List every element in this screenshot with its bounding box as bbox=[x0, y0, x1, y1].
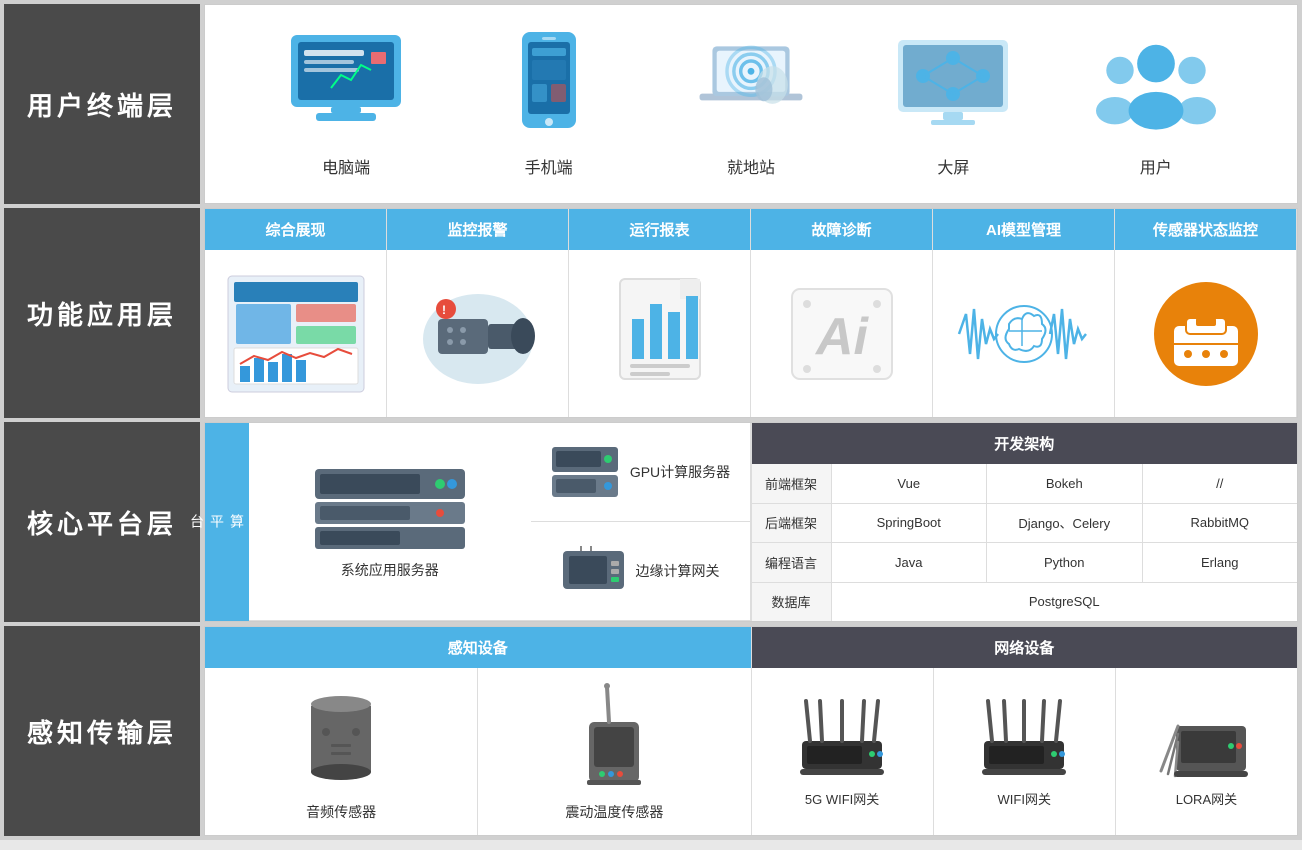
dev-framework-title: 开发架构 bbox=[752, 423, 1298, 464]
sensor-layer-content: 感知设备 bbox=[204, 626, 1298, 836]
vibration-sensor-label: 震动温度传感器 bbox=[565, 802, 663, 822]
dev-val-frontend-3: // bbox=[1143, 464, 1298, 503]
dev-row-backend: 后端框架 SpringBoot Django、Celery RabbitMQ bbox=[752, 504, 1298, 544]
terminal-layer-content: 电脑端 手机端 bbox=[204, 4, 1298, 204]
svg-text:Ai: Ai bbox=[814, 308, 870, 366]
platform-layer-label: 核心平台层 bbox=[4, 422, 200, 622]
dev-vals-frontend: Vue Bokeh // bbox=[832, 464, 1298, 503]
dev-val-bokeh: Bokeh bbox=[987, 464, 1143, 503]
func-body-ai bbox=[933, 250, 1115, 417]
wifi-device: WIFI网关 bbox=[934, 668, 1116, 835]
station-label: 就地站 bbox=[727, 154, 775, 178]
func-header-2: 运行报表 bbox=[569, 209, 751, 250]
computer-icon bbox=[286, 30, 406, 140]
terminal-item-computer: 电脑端 bbox=[286, 30, 406, 178]
dev-cat-frontend: 前端框架 bbox=[752, 464, 832, 503]
platform-left-section: 计算平台 bbox=[205, 423, 752, 621]
platform-layer-content: 计算平台 bbox=[204, 422, 1298, 622]
function-layer-label: 功能应用层 bbox=[4, 208, 200, 418]
dev-cat-backend: 后端框架 bbox=[752, 504, 832, 543]
wifi-label: WIFI网关 bbox=[998, 789, 1051, 808]
dev-vals-db: PostgreSQL bbox=[832, 583, 1298, 622]
lora-device: LORA网关 bbox=[1116, 668, 1297, 835]
func-header-4: AI模型管理 bbox=[933, 209, 1115, 250]
perception-section: 感知设备 bbox=[205, 627, 751, 835]
bigscreen-icon bbox=[893, 30, 1013, 140]
dev-framework-section: 开发架构 前端框架 Vue Bokeh // 后端框架 SpringBoo bbox=[752, 423, 1298, 621]
edge-server-item: 边缘计算网关 bbox=[531, 522, 750, 621]
function-layer-row: 功能应用层 综合展现 监控报警 运行报表 故障诊断 AI模型管理 传感器状态监控 bbox=[4, 208, 1298, 418]
vibration-sensor-item: 震动温度传感器 bbox=[478, 668, 750, 835]
architecture-diagram: 用户终端层 bbox=[0, 0, 1302, 840]
terminal-item-bigscreen: 大屏 bbox=[893, 30, 1013, 178]
bigscreen-label: 大屏 bbox=[937, 154, 969, 178]
func-body-monitor: ! bbox=[387, 250, 569, 417]
terminal-item-phone: 手机端 bbox=[489, 30, 609, 178]
users-icon bbox=[1096, 30, 1216, 140]
audio-sensor-label: 音频传感器 bbox=[306, 802, 376, 822]
dev-cat-lang: 编程语言 bbox=[752, 543, 832, 582]
gpu-server-item: GPU计算服务器 bbox=[531, 423, 750, 522]
main-server-label: 系统应用服务器 bbox=[341, 560, 439, 580]
func-body-report bbox=[569, 250, 751, 417]
dev-val-vue: Vue bbox=[832, 464, 988, 503]
platform-layer-row: 核心平台层 计算平台 bbox=[4, 422, 1298, 622]
main-server-item: 系统应用服务器 bbox=[249, 423, 531, 621]
func-header-1: 监控报警 bbox=[387, 209, 569, 250]
perception-devices: 音频传感器 bbox=[205, 668, 751, 835]
network-devices: 5G WIFI网关 bbox=[752, 668, 1298, 835]
lora-label: LORA网关 bbox=[1176, 789, 1237, 808]
perception-header: 感知设备 bbox=[205, 627, 751, 668]
dev-val-java: Java bbox=[832, 543, 988, 582]
dev-val-python: Python bbox=[987, 543, 1143, 582]
dev-framework-table: 前端框架 Vue Bokeh // 后端框架 SpringBoot Django… bbox=[752, 464, 1298, 621]
dev-val-rabbitmq: RabbitMQ bbox=[1143, 504, 1298, 543]
phone-icon bbox=[489, 30, 609, 140]
5gwifi-label: 5G WIFI网关 bbox=[805, 789, 879, 808]
func-header-5: 传感器状态监控 bbox=[1115, 209, 1297, 250]
5gwifi-device: 5G WIFI网关 bbox=[752, 668, 934, 835]
audio-sensor-item: 音频传感器 bbox=[205, 668, 478, 835]
func-body-comprehensive bbox=[205, 250, 387, 417]
computer-label: 电脑端 bbox=[322, 154, 370, 178]
dev-vals-lang: Java Python Erlang bbox=[832, 543, 1298, 582]
platform-right-servers: GPU计算服务器 bbox=[531, 423, 751, 621]
func-header-3: 故障诊断 bbox=[751, 209, 933, 250]
function-headers: 综合展现 监控报警 运行报表 故障诊断 AI模型管理 传感器状态监控 bbox=[205, 209, 1297, 250]
function-layer-content: 综合展现 监控报警 运行报表 故障诊断 AI模型管理 传感器状态监控 bbox=[204, 208, 1298, 418]
platform-main-server: 系统应用服务器 bbox=[249, 423, 531, 621]
edge-server-label: 边缘计算网关 bbox=[636, 561, 720, 581]
station-icon bbox=[691, 30, 811, 140]
function-bodies: ! bbox=[205, 250, 1297, 417]
func-body-fault: Ai bbox=[751, 250, 933, 417]
sensor-layer-row: 感知传输层 感知设备 bbox=[4, 626, 1298, 836]
terminal-layer-row: 用户终端层 bbox=[4, 4, 1298, 204]
phone-label: 手机端 bbox=[525, 154, 573, 178]
users-label: 用户 bbox=[1140, 154, 1172, 178]
network-header: 网络设备 bbox=[752, 627, 1298, 668]
gpu-server-label: GPU计算服务器 bbox=[630, 462, 730, 482]
func-header-0: 综合展现 bbox=[205, 209, 387, 250]
terminal-layer-label: 用户终端层 bbox=[4, 4, 200, 204]
dev-cat-db: 数据库 bbox=[752, 583, 832, 622]
terminal-item-users: 用户 bbox=[1096, 30, 1216, 178]
terminal-item-station: 就地站 bbox=[691, 30, 811, 178]
dev-val-postgresql: PostgreSQL bbox=[832, 583, 1298, 622]
dev-val-springboot: SpringBoot bbox=[832, 504, 988, 543]
dev-row-frontend: 前端框架 Vue Bokeh // bbox=[752, 464, 1298, 504]
dev-val-django: Django、Celery bbox=[987, 504, 1143, 543]
sensor-layer-label: 感知传输层 bbox=[4, 626, 200, 836]
func-body-sensor bbox=[1115, 250, 1297, 417]
calc-platform-label: 计算平台 bbox=[205, 423, 249, 621]
network-section: 网络设备 bbox=[751, 627, 1298, 835]
svg-text:!: ! bbox=[442, 303, 446, 317]
dev-row-lang: 编程语言 Java Python Erlang bbox=[752, 543, 1298, 583]
dev-val-erlang: Erlang bbox=[1143, 543, 1298, 582]
dev-vals-backend: SpringBoot Django、Celery RabbitMQ bbox=[832, 504, 1298, 543]
dev-row-db: 数据库 PostgreSQL bbox=[752, 583, 1298, 622]
